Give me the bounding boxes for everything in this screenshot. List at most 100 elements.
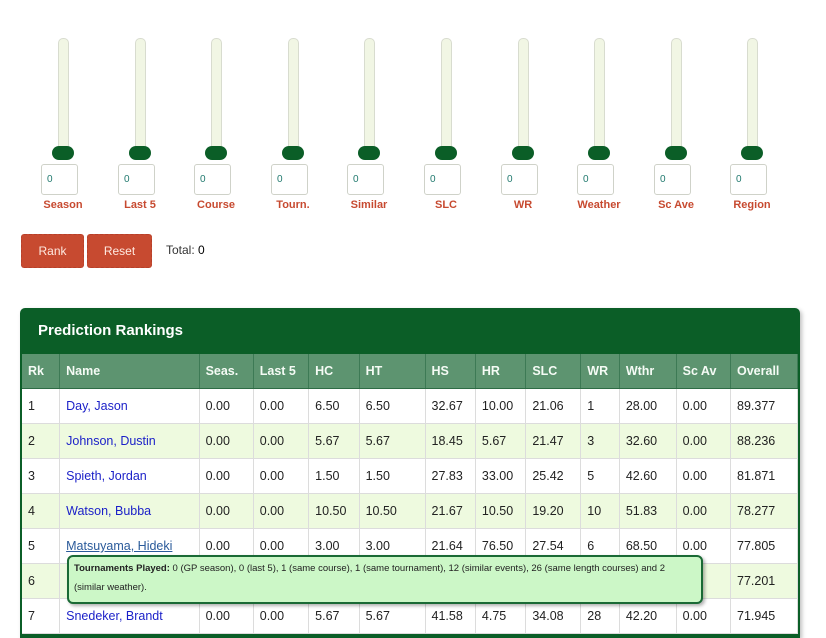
table-cell: 6.50 [359,388,426,424]
table-cell: 5 [580,458,620,494]
table-cell: 89.377 [730,388,798,424]
player-name-cell: Watson, Bubba [59,493,200,529]
table-cell: 33.00 [475,458,527,494]
slider-value-input[interactable]: 0 [577,164,614,195]
slider-label: Sc Ave [658,199,694,211]
slider-label: SLC [435,199,457,211]
player-name-cell: Spieth, Jordan [59,458,200,494]
table-cell: 3 [580,423,620,459]
table-cell: 28.00 [619,388,677,424]
slider-handle[interactable] [435,146,457,160]
player-link[interactable]: Spieth, Jordan [66,469,147,483]
slider-value-input[interactable]: 0 [118,164,155,195]
slider-track[interactable] [288,38,299,156]
table-cell: 21.47 [525,423,582,459]
player-link[interactable]: Day, Jason [66,399,128,413]
slider-handle[interactable] [665,146,687,160]
slider-handle[interactable] [282,146,304,160]
table-cell: 7 [22,598,61,634]
slider-label: Tourn. [276,199,310,211]
table-cell: 21.67 [425,493,476,529]
table-cell: 0.00 [676,493,732,529]
table-cell: 0.00 [676,423,732,459]
table-cell: 6.50 [308,388,360,424]
table-cell: 77.805 [730,528,798,564]
slider-track[interactable] [211,38,222,156]
table-cell: 0.00 [199,423,254,459]
player-name-cell: Day, Jason [59,388,200,424]
slider-track[interactable] [58,38,69,156]
column-header[interactable]: SLC [525,354,582,389]
slider-value-input[interactable]: 0 [41,164,78,195]
slider-value-input[interactable]: 0 [194,164,231,195]
slider-value-input[interactable]: 0 [501,164,538,195]
slider-label: Season [43,199,83,211]
column-header[interactable]: Last 5 [253,354,310,389]
table-cell: 1 [22,388,61,424]
table-cell: 1.50 [359,458,426,494]
table-cell: 2 [22,423,61,459]
player-link[interactable]: Watson, Bubba [66,504,151,518]
column-header[interactable]: Name [59,354,200,389]
table-cell: 21.06 [525,388,582,424]
column-header[interactable]: HC [308,354,360,389]
slider-value-input[interactable]: 0 [271,164,308,195]
slider-value-input[interactable]: 0 [347,164,384,195]
column-header[interactable]: Overall [730,354,798,389]
slider-handle[interactable] [358,146,380,160]
slider-handle[interactable] [512,146,534,160]
slider-track[interactable] [518,38,529,156]
column-header[interactable]: HR [475,354,527,389]
table-cell: 0.00 [199,493,254,529]
slider-value-input[interactable]: 0 [730,164,767,195]
slider-handle[interactable] [52,146,74,160]
table-cell: 81.871 [730,458,798,494]
table-cell: 32.67 [425,388,476,424]
table-cell: 5.67 [359,423,426,459]
table-cell: 51.83 [619,493,677,529]
slider-track[interactable] [671,38,682,156]
table-cell: 0.00 [253,388,310,424]
table-cell: 6 [22,563,61,599]
slider-value-input[interactable]: 0 [424,164,461,195]
table-cell: 32.60 [619,423,677,459]
column-header[interactable]: Wthr [619,354,677,389]
table-cell: 88.236 [730,423,798,459]
slider-label: Course [197,199,235,211]
column-header[interactable]: Seas. [199,354,254,389]
column-header[interactable]: Rk [22,354,61,389]
slider-track[interactable] [364,38,375,156]
slider-track[interactable] [441,38,452,156]
table-cell: 19.20 [525,493,582,529]
table-cell: 42.60 [619,458,677,494]
weight-sliders: 0 Season 0 Last 5 0 Course 0 Tourn. 0 Similar 0 SLC… [0,36,826,216]
table-cell: 0.00 [676,388,732,424]
slider-track[interactable] [135,38,146,156]
total-display: Total: 0 [166,243,205,257]
rank-button[interactable]: Rank [21,234,84,268]
table-header-row: Rk Name Seas. Last 5 HC HT HS HR SLC WR Wthr Sc Av O… [22,354,798,389]
table-cell: 4 [22,493,61,529]
column-header[interactable]: Sc Av [676,354,732,389]
tooltip-label: Tournaments Played: [74,563,170,574]
table-cell: 10.50 [359,493,426,529]
table-cell: 5 [22,528,61,564]
total-value: 0 [198,243,205,257]
column-header[interactable]: HT [359,354,426,389]
slider-handle[interactable] [741,146,763,160]
table-cell: 10.50 [308,493,360,529]
slider-track[interactable] [747,38,758,156]
player-link[interactable]: Johnson, Dustin [66,434,156,448]
reset-button[interactable]: Reset [87,234,152,268]
player-link[interactable]: Matsuyama, Hideki [66,539,172,553]
table-cell: 0.00 [253,493,310,529]
slider-handle[interactable] [129,146,151,160]
player-link[interactable]: Snedeker, Brandt [66,609,163,623]
column-header[interactable]: WR [580,354,620,389]
table-cell: 71.945 [730,598,798,634]
slider-value-input[interactable]: 0 [654,164,691,195]
slider-track[interactable] [594,38,605,156]
slider-handle[interactable] [205,146,227,160]
column-header[interactable]: HS [425,354,476,389]
slider-handle[interactable] [588,146,610,160]
